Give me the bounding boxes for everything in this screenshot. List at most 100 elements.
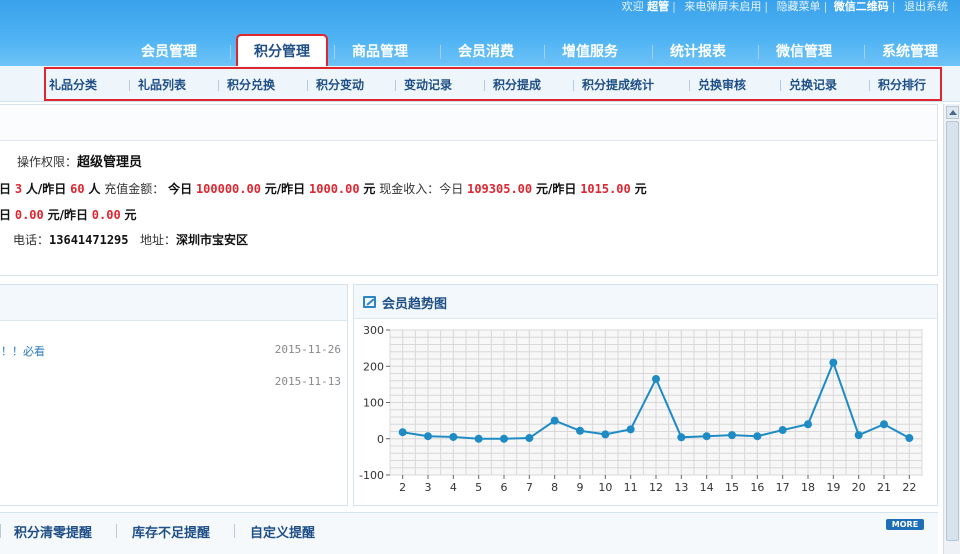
user-name[interactable]: 超管 [647,0,669,13]
member-trend-panel: 会员趋势图 -100 0 100 200 300 2 3 4 5 6 7 8 9 10 11 12 13 14 15… [353,284,938,506]
recharge-yesterday: 1000.00 [309,182,360,196]
call-popup-status[interactable]: 来电弹屏未启用 [684,0,761,13]
sub-nav: 礼品分类 礼品列表 积分兑换 积分变动 变动记录 积分提成 积分提成统计 兑换审核 兑换记录 积分… [0,66,960,102]
stats1-unit4: 元 [363,182,376,196]
data-point [601,430,610,439]
main-nav-tab[interactable]: 会员消费 [448,36,524,66]
more-button[interactable]: MORE [886,519,924,530]
cash-income-today: 109305.00 [467,182,533,196]
sub-nav-divider [780,80,781,91]
x-tick-label: 12 [649,481,663,494]
new-members-today: 3 [14,182,23,196]
main-nav-tab[interactable]: 商品管理 [342,36,418,66]
cash-income-yesterday: 1015.00 [580,182,631,196]
data-point [753,432,762,441]
data-point [500,434,508,443]
list-item[interactable]: 2015-11-13 [0,375,347,395]
sub-nav-item[interactable]: 兑换记录 [789,76,837,93]
nav-divider [652,45,653,59]
data-point [424,432,432,441]
x-tick-label: 8 [551,481,558,494]
main-nav-tab[interactable]: 增值服务 [552,36,628,66]
notice-title[interactable]: ！！必看 [1,343,45,359]
main-nav-tab[interactable]: 统计报表 [660,36,736,66]
sub-nav-item[interactable]: 积分提成统计 [582,76,654,93]
sub-nav-item[interactable]: 兑换审核 [698,76,746,93]
sub-nav-divider [129,80,130,91]
notice-panel: ！！必看 2015-11-26 2015-11-13 [0,284,348,506]
sub-nav-divider [689,80,690,91]
stats1-unit3: 元/昨日 [264,182,306,196]
store-info-panel: 操作权限：超级管理员 日 3 人/昨日 60 人 充值金额： 今日 100000… [0,104,938,276]
contact-line: 电话：13641471295 地址：深圳市宝安区 [13,231,248,248]
sub-nav-item[interactable]: 积分变动 [316,76,364,93]
x-tick-label: 20 [852,481,866,494]
main-nav-tab[interactable]: 微信管理 [766,36,842,66]
recharge-today-label: 今日 [168,182,193,196]
data-point [677,433,686,442]
x-tick-label: 14 [700,481,714,494]
address-label: 地址： [139,233,176,247]
main-nav-tab[interactable]: 系统管理 [872,36,948,66]
y-tick-label: 0 [377,433,384,446]
notice-date: 2015-11-26 [274,343,341,356]
data-point [576,426,584,435]
main-nav-tab[interactable]: 会员管理 [134,36,204,66]
main-nav-tab[interactable]: 积分管理 [236,34,328,68]
stats1-prefix: 日 [0,182,12,196]
data-point [778,426,787,435]
sub-nav-divider [484,80,485,91]
x-tick-label: 22 [902,481,916,494]
stats1-unit6: 元 [634,182,647,196]
trend-chart-icon [363,296,376,308]
chart-title: 会员趋势图 [382,297,448,312]
top-links: 欢迎 超管 | 来电弹屏未启用 | 隐藏菜单 | 微信二维码 | 退出系统 [621,0,948,13]
x-tick-label: 3 [425,481,432,494]
phone-label: 电话： [13,233,50,247]
x-tick-label: 2 [399,481,406,494]
x-tick-label: 15 [725,481,739,494]
sub-nav-item[interactable]: 积分提成 [493,76,541,93]
y-tick-label: 200 [363,360,384,373]
sub-nav-item[interactable]: 积分兑换 [227,76,275,93]
data-point [880,420,888,429]
permission-label: 操作权限： [17,155,78,169]
sub-nav-divider [573,80,574,91]
x-tick-label: 11 [624,481,638,494]
data-point [652,374,660,383]
x-tick-label: 6 [501,481,508,494]
low-stock-reminder-link[interactable]: 库存不足提醒 [132,522,210,541]
custom-reminder-link[interactable]: 自定义提醒 [250,522,315,541]
data-point [804,420,812,429]
x-tick-label: 21 [877,481,891,494]
data-point [905,434,914,443]
list-item[interactable]: ！！必看 2015-11-26 [0,343,347,363]
cash-income-label: 现金收入：今日 [379,182,464,196]
data-point [626,425,635,434]
stats2-unit1: 元/昨日 [47,208,88,222]
sub-nav-highlight: 礼品分类 礼品列表 积分兑换 积分变动 变动记录 积分提成 积分提成统计 兑换审核 兑换记录 积分… [44,67,942,101]
x-tick-label: 18 [801,481,815,494]
chart-panel-header: 会员趋势图 [354,285,937,319]
sub-nav-item[interactable]: 积分排行 [878,76,926,93]
nav-divider [440,45,441,59]
logout-link[interactable]: 退出系统 [904,0,948,13]
x-tick-label: 7 [526,481,533,494]
scroll-thumb[interactable] [946,121,959,541]
vertical-scrollbar[interactable] [943,104,960,554]
notice-date: 2015-11-13 [274,375,341,388]
member-trend-chart: -100 0 100 200 300 2 3 4 5 6 7 8 9 10 11 12 13 14 15 16 17 18… [359,324,923,494]
sub-nav-item[interactable]: 礼品列表 [138,76,186,93]
sub-nav-item[interactable]: 礼品分类 [49,76,97,93]
top-header: 欢迎 超管 | 来电弹屏未启用 | 隐藏菜单 | 微信二维码 | 退出系统 会员管理 积分… [0,0,960,68]
scroll-up-arrow-icon[interactable] [946,106,959,119]
sub-nav-divider [395,80,396,91]
recharge-today: 100000.00 [195,182,261,196]
reminder-bar: 积分清零提醒 库存不足提醒 自定义提醒 MORE [0,512,938,554]
hide-menu-link[interactable]: 隐藏菜单 [777,0,821,13]
x-tick-label: 17 [776,481,790,494]
wechat-qr-link[interactable]: 微信二维码 [834,0,889,13]
points-clear-reminder-link[interactable]: 积分清零提醒 [14,522,92,541]
sub-nav-item[interactable]: 变动记录 [404,76,452,93]
data-point [550,416,559,425]
